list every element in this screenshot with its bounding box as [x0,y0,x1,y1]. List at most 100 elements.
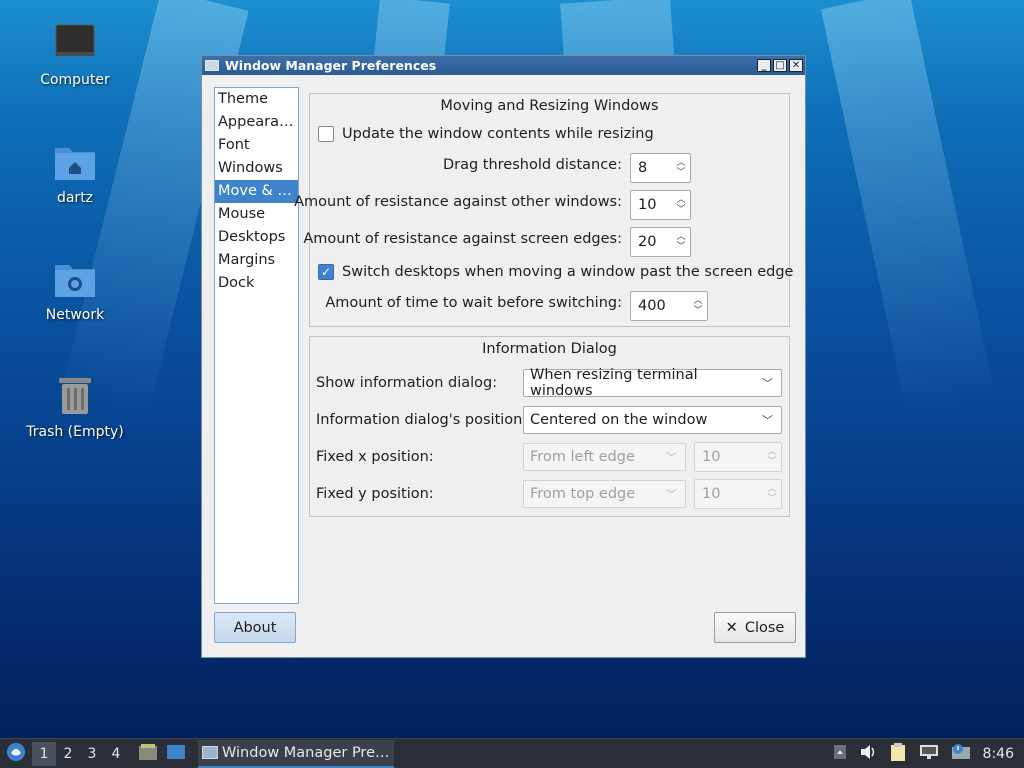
resist-edges-spinner[interactable]: 20 ︿ ﹀ [630,227,691,257]
start-menu-button[interactable] [0,742,32,766]
about-button[interactable]: About [214,612,296,643]
panel-expand-icon[interactable] [833,744,847,764]
information-dialog-title: Information Dialog [482,341,617,357]
window-title: Window Manager Preferences [225,58,437,73]
desktop-icon-network[interactable]: Network [20,257,130,323]
home-folder-icon [53,140,97,184]
taskbar-task-window-manager[interactable]: Window Manager Pre… [198,739,394,768]
moving-resizing-title: Moving and Resizing Windows [440,98,659,114]
fixed-y-combo-value: From top edge [530,486,636,502]
sidebar-item-dock[interactable]: Dock [215,272,298,295]
spin-up-icon[interactable]: ︿ [676,195,685,205]
resist-edges-label: Amount of resistance against screen edge… [303,231,622,247]
close-button-label: Close [744,619,785,636]
resist-windows-value: 10 [638,197,657,213]
drag-threshold-label: Drag threshold distance: [442,157,622,173]
minimize-button[interactable]: _ [757,59,771,72]
fixed-x-value: 10 [702,449,721,465]
maximize-button[interactable]: □ [773,59,787,72]
desktop-icon-label: Network [45,307,105,323]
spin-up-icon: ︿ [767,447,777,457]
sidebar-item-theme[interactable]: Theme [215,88,298,111]
sidebar-item-font[interactable]: Font [215,134,298,157]
sidebar-item-move-resize[interactable]: Move & … [215,180,298,203]
fixed-x-label: Fixed x position: [316,449,434,465]
fixed-y-combo: From top edge ﹀ [523,480,686,508]
spin-down-icon[interactable]: ﹀ [676,205,685,215]
fixed-y-value: 10 [702,486,721,502]
sidebar: Theme Appeara… Font Windows Move & … Mou… [214,87,299,604]
volume-icon[interactable] [859,744,877,764]
close-icon: ✕ [725,619,738,636]
chevron-down-icon: ﹀ [762,414,773,427]
update-contents-checkbox[interactable] [318,126,334,142]
trash-icon [53,374,97,418]
file-manager-icon [138,743,158,765]
wait-time-value: 400 [638,298,666,314]
workspace-3[interactable]: 3 [80,746,104,762]
notification-icon[interactable] [951,743,971,765]
fixed-x-combo-value: From left edge [530,449,635,465]
fixed-x-combo: From left edge ﹀ [523,443,686,471]
file-manager-launcher[interactable] [134,743,162,765]
desktop-icon-label: dartz [56,190,94,206]
desktop-icon-label: Trash (Empty) [26,424,124,440]
show-desktop-launcher[interactable] [162,743,190,765]
close-button[interactable]: ✕ Close [714,612,796,643]
drag-threshold-spinner[interactable]: 8 ︿ ﹀ [630,153,691,183]
workspace-2[interactable]: 2 [56,746,80,762]
taskbar: 1 2 3 4 Window Manager Pre… 8:46 [0,738,1024,768]
desktop-icon-label: Computer [40,72,110,88]
moving-resizing-group: Moving and Resizing Windows Update the w… [294,93,793,327]
dialog-position-label: Information dialog's position: [316,412,528,428]
window-titlebar[interactable]: Window Manager Preferences _ □ ✕ [202,56,805,75]
taskbar-task-label: Window Manager Pre… [222,744,390,761]
resist-windows-spinner[interactable]: 10 ︿ ﹀ [630,190,691,220]
switch-desktops-checkbox[interactable]: ✓ [318,264,334,280]
chevron-down-icon: ﹀ [666,451,677,464]
spin-down-icon[interactable]: ﹀ [693,306,702,316]
spin-down-icon[interactable]: ﹀ [676,242,685,252]
update-contents-label: Update the window contents while resizin… [342,126,654,142]
clipboard-icon[interactable] [889,742,907,766]
spin-up-icon[interactable]: ︿ [676,158,685,168]
chevron-down-icon: ﹀ [762,377,773,390]
close-window-button[interactable]: ✕ [789,59,803,72]
drag-threshold-value: 8 [638,160,648,176]
switch-desktops-label: Switch desktops when moving a window pas… [342,264,794,280]
light-ray [820,0,997,421]
sidebar-item-mouse[interactable]: Mouse [215,203,298,226]
network-icon[interactable] [919,744,939,764]
spin-down-icon: ﹀ [767,457,777,467]
fixed-y-spinner: 10 ︿ ﹀ [694,479,782,509]
sidebar-item-desktops[interactable]: Desktops [215,226,298,249]
desktop-icon-dartz[interactable]: dartz [20,140,130,206]
show-dialog-label: Show information dialog: [316,375,498,391]
show-dialog-combo[interactable]: When resizing terminal windows ﹀ [523,367,782,399]
show-dialog-value: When resizing terminal windows [530,367,698,399]
dialog-position-value: Centered on the window [530,412,708,428]
computer-icon [53,22,97,66]
spin-up-icon[interactable]: ︿ [693,296,702,306]
spin-down-icon: ﹀ [767,494,777,504]
sidebar-item-windows[interactable]: Windows [215,157,298,180]
sidebar-item-margins[interactable]: Margins [215,249,298,272]
chevron-down-icon: ﹀ [666,488,677,501]
window-app-icon [205,60,219,71]
information-dialog-group: Information Dialog Show information dial… [309,336,790,517]
lxqt-logo-icon [6,742,26,766]
workspace-1[interactable]: 1 [32,741,56,766]
update-contents-row[interactable]: Update the window contents while resizin… [318,126,654,142]
window-app-icon [202,746,218,759]
desktop-icon-trash[interactable]: Trash (Empty) [20,374,130,440]
spin-down-icon[interactable]: ﹀ [676,168,685,178]
sidebar-item-appearance[interactable]: Appeara… [215,111,298,134]
switch-desktops-row[interactable]: ✓ Switch desktops when moving a window p… [318,264,793,280]
preferences-window: Window Manager Preferences _ □ ✕ Theme A… [201,55,806,658]
clock[interactable]: 8:46 [983,746,1014,762]
spin-up-icon[interactable]: ︿ [676,232,685,242]
workspace-4[interactable]: 4 [104,746,128,762]
dialog-position-combo[interactable]: Centered on the window ﹀ [523,406,782,434]
desktop-icon-computer[interactable]: Computer [20,22,130,88]
wait-time-spinner[interactable]: 400 ︿ ﹀ [630,291,708,321]
